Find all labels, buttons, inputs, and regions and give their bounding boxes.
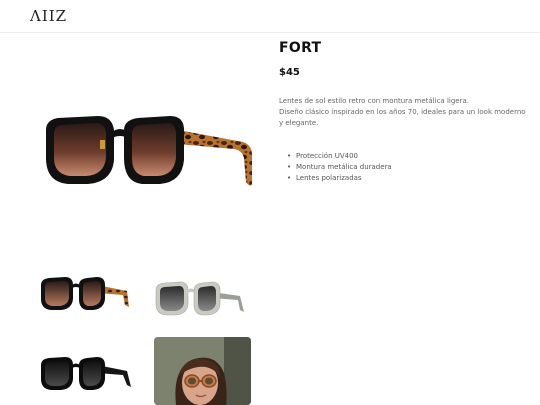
thumbnail-clear-grey[interactable] <box>150 270 250 328</box>
thumbnail-tortoise-brown[interactable] <box>35 265 135 323</box>
thumbnail-lifestyle-photo[interactable] <box>154 337 251 405</box>
feature-list: Protección UV400 Montura metálica durade… <box>287 151 392 184</box>
top-navigation-bar: ΛΙΙΖ <box>0 0 540 33</box>
description-line: Lentes de sol estilo retro con montura m… <box>279 97 469 105</box>
product-title: FORT <box>279 40 322 56</box>
product-price: $45 <box>279 67 300 78</box>
description-line: Diseño clásico inspirado en los años 70,… <box>279 108 526 116</box>
brand-logo[interactable]: ΛΙΙΖ <box>30 7 67 25</box>
lifestyle-photo-image <box>154 337 251 405</box>
thumbnail-black[interactable] <box>35 345 135 403</box>
feature-item: Lentes polarizadas <box>287 173 392 184</box>
feature-item: Protección UV400 <box>287 151 392 162</box>
description-line: y elegante. <box>279 119 319 127</box>
product-description: Lentes de sol estilo retro con montura m… <box>279 96 526 129</box>
feature-item: Montura metálica duradera <box>287 162 392 173</box>
main-product-image <box>46 116 252 186</box>
